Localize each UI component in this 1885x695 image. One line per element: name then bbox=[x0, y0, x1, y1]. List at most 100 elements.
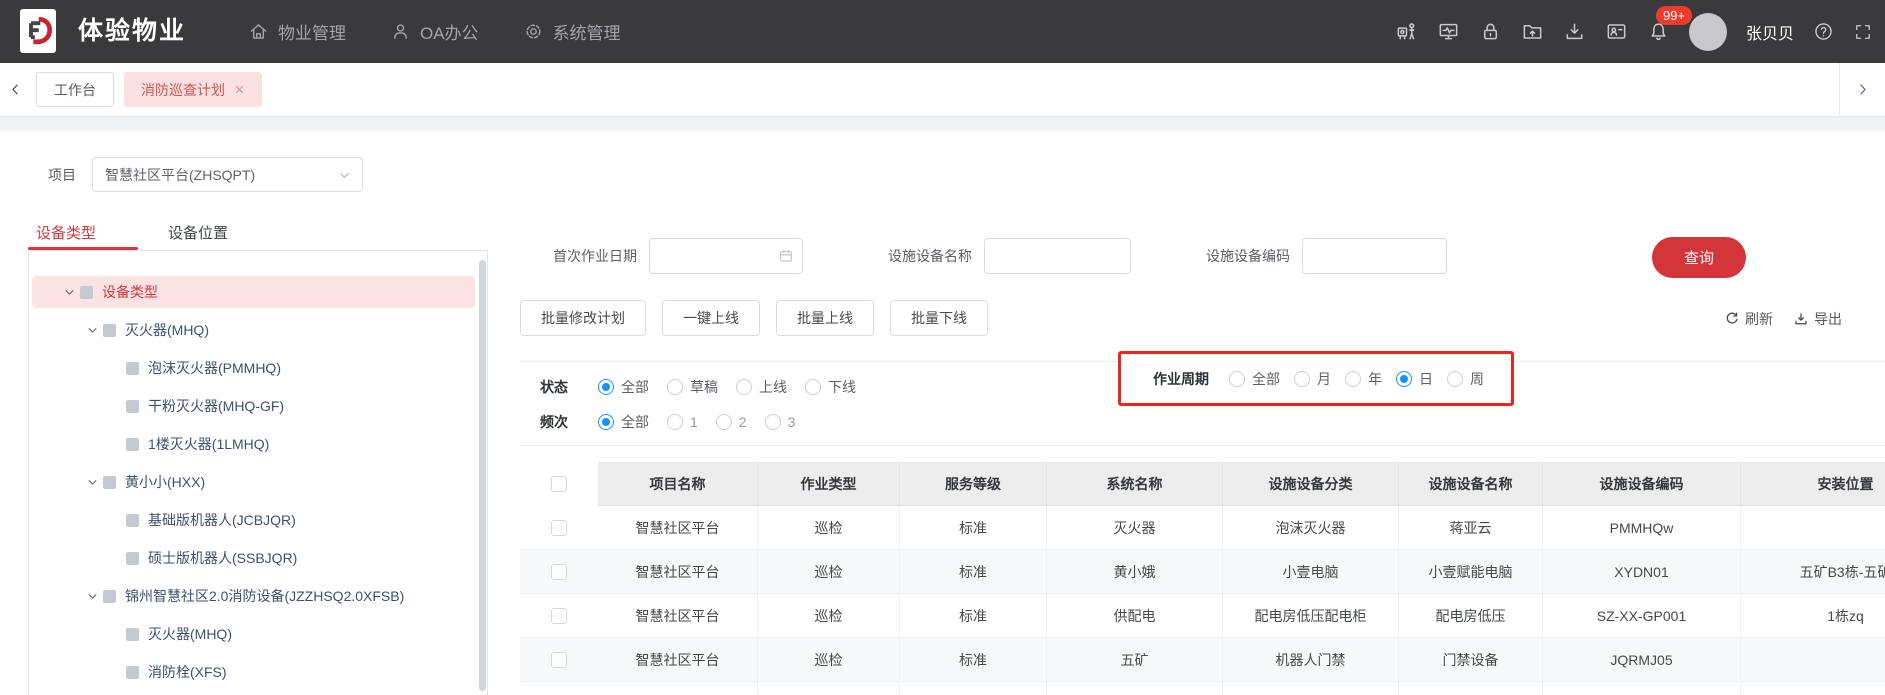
contact-card-icon[interactable] bbox=[1605, 20, 1628, 43]
cell: 五矿 bbox=[1047, 638, 1223, 682]
tree-node[interactable]: 硕士版机器人(SSBJQR) bbox=[32, 542, 475, 574]
user-name[interactable]: 张贝贝 bbox=[1746, 20, 1794, 44]
tree-node[interactable]: 设备类型 bbox=[32, 276, 475, 308]
row-checkbox-cell bbox=[520, 550, 598, 594]
radio-option-周[interactable]: 周 bbox=[1447, 369, 1484, 389]
search-button[interactable]: 查询 bbox=[1652, 237, 1746, 278]
action-button-一键上线[interactable]: 一键上线 bbox=[662, 300, 760, 336]
caret-down-icon[interactable] bbox=[83, 590, 101, 602]
radio-option-全部[interactable]: 全部 bbox=[598, 412, 649, 432]
caret-down-icon[interactable] bbox=[83, 476, 101, 488]
tree-scrollbar[interactable] bbox=[479, 260, 486, 691]
radio-option-label: 月 bbox=[1317, 370, 1331, 387]
project-select[interactable]: 智慧社区平台(ZHSQPT) bbox=[92, 157, 363, 192]
radio-circle bbox=[805, 379, 821, 395]
app-logo[interactable] bbox=[20, 9, 56, 53]
filter-field-2: 设施设备名称 bbox=[888, 238, 1131, 274]
open-tabs: 工作台 消防巡查计划 bbox=[36, 72, 262, 107]
tree-node[interactable]: 消防栓(XFS) bbox=[32, 656, 475, 688]
cell: 标准 bbox=[900, 550, 1047, 594]
radio-option-3[interactable]: 3 bbox=[764, 414, 795, 430]
radio-option-2[interactable]: 2 bbox=[715, 414, 747, 430]
help-icon[interactable] bbox=[1813, 21, 1834, 42]
lock-icon[interactable] bbox=[1479, 20, 1502, 43]
project-label: 项目 bbox=[48, 167, 76, 183]
row-checkbox[interactable] bbox=[551, 651, 567, 668]
project-select-value: 智慧社区平台(ZHSQPT) bbox=[105, 166, 256, 183]
tree-node[interactable]: 黄小小(HXX) bbox=[32, 466, 475, 498]
caret-down-icon[interactable] bbox=[83, 324, 101, 336]
download-icon[interactable] bbox=[1563, 20, 1586, 43]
filter-field-3: 设施设备编码 bbox=[1206, 238, 1447, 274]
tabs-scroll-right-button[interactable] bbox=[1839, 63, 1885, 116]
tab-device-location[interactable]: 设备位置 bbox=[168, 222, 228, 243]
tree-node-label: 基础版机器人(JCBJQR) bbox=[148, 512, 296, 528]
tab-消防巡查计划[interactable]: 消防巡查计划 bbox=[124, 72, 262, 107]
robot-station-icon[interactable] bbox=[1395, 20, 1418, 43]
table-tools: 刷新 导出 bbox=[1724, 309, 1842, 329]
radio-option-草稿[interactable]: 草稿 bbox=[667, 377, 718, 397]
tab-device-type[interactable]: 设备类型 bbox=[36, 222, 96, 243]
fullscreen-icon[interactable] bbox=[1853, 22, 1873, 42]
avatar[interactable] bbox=[1688, 12, 1727, 51]
radio-option-label: 周 bbox=[1470, 370, 1484, 387]
notifications-bell[interactable]: 99+ bbox=[1647, 6, 1693, 43]
cell: 小壹赋能电脑 bbox=[1399, 550, 1543, 594]
cell bbox=[1399, 682, 1543, 695]
filter-field-1: 首次作业日期 bbox=[553, 238, 803, 274]
row-checkbox[interactable] bbox=[551, 563, 567, 580]
row-checkbox-cell bbox=[520, 594, 598, 638]
filter-group-label: 状态 bbox=[540, 379, 568, 395]
monitor-icon[interactable] bbox=[1437, 20, 1460, 43]
close-icon[interactable] bbox=[234, 84, 245, 95]
radio-option-日[interactable]: 日 bbox=[1396, 369, 1433, 389]
action-button-批量修改计划[interactable]: 批量修改计划 bbox=[520, 300, 646, 336]
refresh-button[interactable]: 刷新 bbox=[1724, 309, 1773, 329]
radio-option-全部[interactable]: 全部 bbox=[1229, 369, 1280, 389]
table-row: 智慧社区平台 巡检 标准 供配电 配电房低压配电柜 配电房低压 SZ-XX-GP001 1栋z… bbox=[520, 594, 1885, 638]
field-input-3[interactable] bbox=[1302, 238, 1447, 274]
cell: 智慧社区平台 bbox=[598, 638, 758, 682]
tree-node-label: 泡沫灭火器(PMMHQ) bbox=[148, 360, 281, 376]
tab-工作台[interactable]: 工作台 bbox=[36, 72, 114, 107]
cell: 智慧社区平台 bbox=[598, 506, 758, 550]
cell: 蒋亚云 bbox=[1399, 506, 1543, 550]
radio-option-月[interactable]: 月 bbox=[1294, 369, 1331, 389]
column-header-安装位置: 安装位置 bbox=[1741, 462, 1885, 506]
radio-circle bbox=[667, 414, 683, 430]
tabs-scroll-left-button[interactable] bbox=[0, 63, 30, 116]
nav-item-2[interactable]: OA办公 bbox=[390, 19, 479, 44]
action-button-批量下线[interactable]: 批量下线 bbox=[890, 300, 988, 336]
nav-item-3[interactable]: 系统管理 bbox=[523, 19, 621, 44]
caret-down-icon[interactable] bbox=[60, 286, 78, 298]
tree-node[interactable]: 灭火器(MHQ) bbox=[32, 314, 475, 346]
field-label: 首次作业日期 bbox=[553, 248, 637, 264]
field-input-2[interactable] bbox=[984, 238, 1131, 274]
tree-node[interactable]: 1楼灭火器(1LMHQ) bbox=[32, 428, 475, 460]
tree-node[interactable]: 锦州智慧社区2.0消防设备(JZZHSQ2.0XFSB) bbox=[32, 580, 475, 612]
app-title: 体验物业 bbox=[78, 17, 187, 45]
radio-option-1[interactable]: 1 bbox=[667, 414, 698, 430]
radio-option-下线[interactable]: 下线 bbox=[805, 377, 856, 397]
period-filter-group-highlighted: 作业周期 全部 月 年 日 周 bbox=[1118, 351, 1514, 406]
row-checkbox[interactable] bbox=[551, 607, 567, 624]
radio-option-全部[interactable]: 全部 bbox=[598, 377, 649, 397]
field-label: 设施设备编码 bbox=[1206, 248, 1290, 264]
folder-upload-icon[interactable] bbox=[1521, 20, 1544, 43]
export-button[interactable]: 导出 bbox=[1793, 309, 1842, 329]
row-checkbox-cell bbox=[520, 506, 598, 550]
tree-node[interactable]: 泡沫灭火器(PMMHQ) bbox=[32, 352, 475, 384]
tree-node[interactable]: 灭火器(MHQ) bbox=[32, 618, 475, 650]
select-all-checkbox[interactable] bbox=[551, 476, 567, 492]
action-button-批量上线[interactable]: 批量上线 bbox=[776, 300, 874, 336]
table-row: 智慧社区平台 巡检 标准 黄小娥 小壹电脑 小壹赋能电脑 XYDN01 五矿B3栋-五矿 bbox=[520, 550, 1885, 594]
nav-item-1[interactable]: 物业管理 bbox=[248, 19, 346, 44]
tree-node[interactable]: 基础版机器人(JCBJQR) bbox=[32, 504, 475, 536]
table-row: 智慧社区平台 巡检 标准 灭火器 泡沫灭火器 蒋亚云 PMMHQw bbox=[520, 506, 1885, 550]
cell bbox=[1047, 682, 1223, 695]
tree-node[interactable]: 干粉灭火器(MHQ-GF) bbox=[32, 390, 475, 422]
radio-option-年[interactable]: 年 bbox=[1345, 369, 1382, 389]
row-checkbox[interactable] bbox=[551, 519, 567, 536]
tab-label: 消防巡查计划 bbox=[141, 81, 225, 98]
radio-option-上线[interactable]: 上线 bbox=[736, 377, 787, 397]
